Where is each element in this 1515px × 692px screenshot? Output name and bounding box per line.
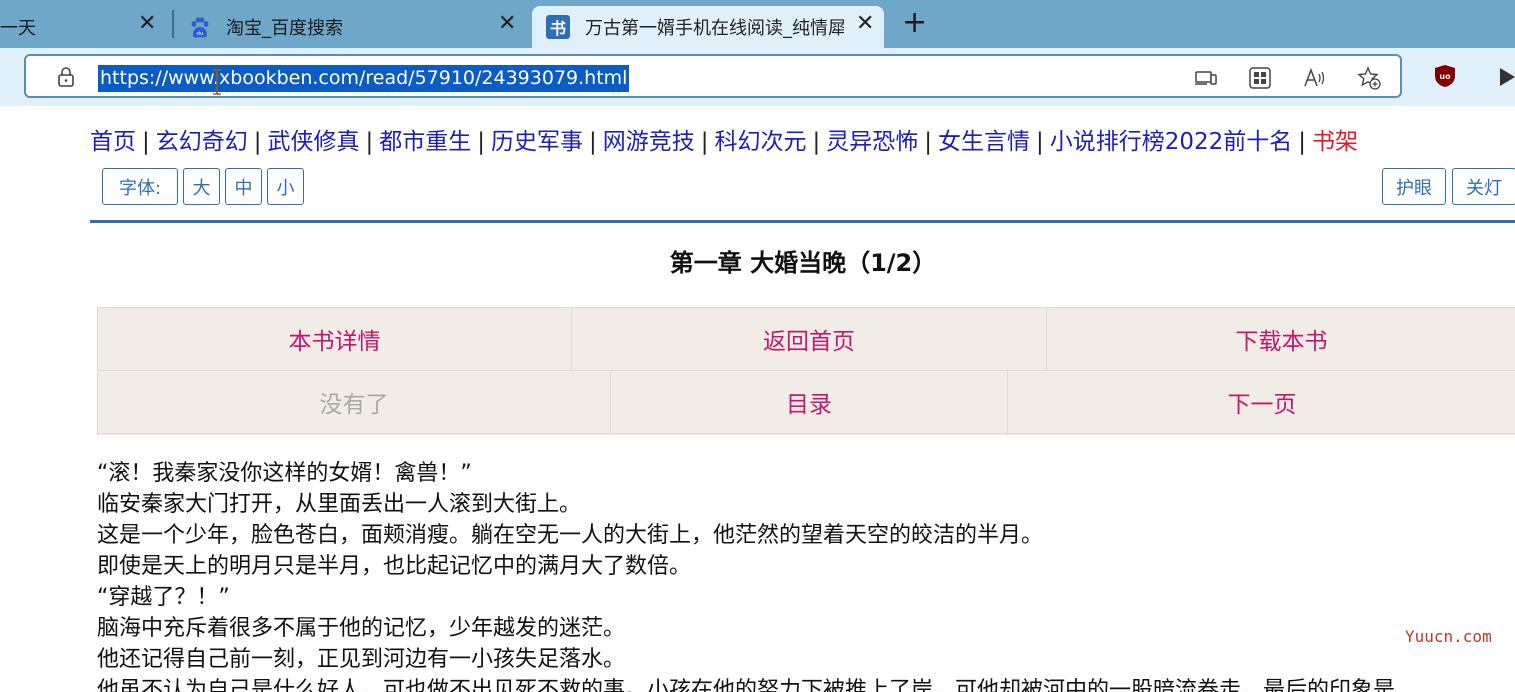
watermark: Yuucn.com (1405, 627, 1492, 646)
content-paragraph: “穿越了？！” (97, 585, 230, 610)
close-tab-icon[interactable]: ✕ (856, 13, 874, 35)
download-book-link[interactable]: 下载本书 (1047, 308, 1515, 371)
nav-link-lishi[interactable]: 历史军事 (491, 129, 583, 155)
lights-off-button[interactable]: 关灯 (1452, 168, 1515, 205)
content-paragraph: 他还记得自己前一刻，正见到河边有一小孩失足落水。 (97, 647, 626, 672)
lock-icon[interactable] (56, 66, 76, 88)
nav-link-dushi[interactable]: 都市重生 (379, 129, 471, 155)
nav-link-lingyi[interactable]: 灵异恐怖 (826, 129, 918, 155)
nav-separator: | (253, 129, 262, 155)
browser-tab-3-active[interactable]: 书 万古第一婿手机在线阅读_纯情犀 ✕ (532, 6, 884, 48)
nav-link-bookshelf[interactable]: 书架 (1312, 129, 1358, 155)
back-home-link[interactable]: 返回首页 (572, 308, 1047, 371)
next-page-link[interactable]: 下一页 (1008, 371, 1515, 434)
browser-tab-1[interactable]: 一天 ✕ (0, 6, 170, 48)
close-tab-icon[interactable]: ✕ (138, 13, 156, 35)
play-icon[interactable] (1498, 66, 1515, 88)
font-large-button[interactable]: 大 (183, 168, 220, 205)
nav-separator: | (1036, 129, 1044, 155)
nav-separator: | (924, 129, 932, 155)
nav-link-wuxia[interactable]: 武侠修真 (268, 129, 360, 155)
svg-text:uo: uo (1439, 72, 1451, 81)
nav-link-nvsheng[interactable]: 女生言情 (938, 129, 1030, 155)
table-of-contents-link[interactable]: 目录 (611, 371, 1008, 434)
chapter-title: 第一章 大婚当晚（1/2） (669, 249, 937, 277)
text-cursor-icon (213, 69, 221, 95)
chapter-content: “滚！我秦家没你这样的女婿！禽兽！” 临安秦家大门打开，从里面丢出一人滚到大街上… (97, 458, 1515, 692)
ublock-icon[interactable]: uo (1434, 64, 1456, 88)
svg-text:du: du (197, 31, 204, 37)
nav-link-xuanhuan[interactable]: 玄幻奇幻 (156, 129, 248, 155)
content-paragraph: “滚！我秦家没你这样的女婿！禽兽！” (97, 461, 472, 486)
content-paragraph: 临安秦家大门打开，从里面丢出一人滚到大街上。 (97, 492, 582, 517)
tab-title: 淘宝_百度搜索 (226, 18, 343, 39)
tab-grid-icon[interactable] (1248, 66, 1272, 90)
nav-separator: | (700, 129, 709, 155)
content-paragraph: 他虽不认为自己是什么好人，可也做不出见死不救的事。小孩在他的努力下被推上了岸，可… (97, 678, 1396, 692)
url-text-selected[interactable]: https://www.xbookben.com/read/57910/2439… (98, 65, 630, 92)
nav-separator: | (812, 129, 821, 155)
font-medium-button[interactable]: 中 (225, 168, 262, 205)
nav-link-ranking[interactable]: 小说排行榜2022前十名 (1050, 129, 1293, 155)
nav-link-wangyou[interactable]: 网游竞技 (603, 129, 695, 155)
book-details-link[interactable]: 本书详情 (98, 308, 572, 371)
content-paragraph: 脑海中充斥着很多不属于他的记忆，少年越发的迷茫。 (97, 616, 626, 641)
eye-care-button[interactable]: 护眼 (1382, 168, 1446, 205)
browser-toolbar: https://www.xbookben.com/read/57910/2439… (0, 48, 1515, 106)
add-favorite-icon[interactable] (1357, 66, 1381, 90)
nav-link-home[interactable]: 首页 (90, 129, 136, 155)
nav-separator: | (142, 129, 150, 155)
web-page: 首页 | 玄幻奇幻 | 武侠修真 | 都市重生 | 历史军事 | 网游竞技 | 科幻次元 | 灵异恐怖 | 女生… (0, 106, 1515, 692)
content-paragraph: 这是一个少年，脸色苍白，面颊消瘦。躺在空无一人的大街上，他茫然的望着天空的皎洁的… (97, 523, 1044, 548)
nav-link-kehuan[interactable]: 科幻次元 (715, 129, 807, 155)
site-nav-menu: 首页 | 玄幻奇幻 | 武侠修真 | 都市重生 | 历史军事 | 网游竞技 | 科幻次元 | 灵异恐怖 | 女生… (90, 122, 1358, 156)
tab-divider (172, 10, 174, 38)
nav-separator: | (477, 129, 485, 155)
nav-separator: | (365, 129, 374, 155)
new-tab-plus-icon[interactable]: + (902, 8, 927, 38)
close-tab-icon[interactable]: ✕ (498, 13, 516, 35)
content-paragraph: 即使是天上的明月只是半月，也比起记忆中的满月大了数倍。 (97, 554, 692, 579)
tab-title: 一天 (0, 18, 36, 39)
chapter-nav-table: 本书详情 返回首页 下载本书 没有了 目录 下一页 (97, 307, 1515, 435)
nav-separator: | (1298, 129, 1307, 155)
previous-page-disabled: 没有了 (98, 371, 611, 434)
header-divider (90, 220, 1515, 223)
tab-title: 万古第一婿手机在线阅读_纯情犀 (585, 18, 844, 39)
browser-tab-2[interactable]: du 淘宝_百度搜索 ✕ (182, 6, 522, 48)
devices-icon[interactable] (1194, 66, 1218, 90)
nav-separator: | (589, 129, 597, 155)
font-label: 字体: (102, 168, 178, 205)
browser-tab-strip: 一天 ✕ du 淘宝_百度搜索 ✕ 书 万古第一婿手机在线阅读_纯情犀 ✕ + (0, 0, 1515, 48)
font-small-button[interactable]: 小 (267, 168, 304, 205)
book-site-favicon-icon: 书 (546, 15, 570, 39)
baidu-paw-icon: du (191, 17, 209, 38)
read-aloud-icon[interactable] (1303, 66, 1327, 90)
address-bar[interactable]: https://www.xbookben.com/read/57910/2439… (24, 54, 1402, 98)
